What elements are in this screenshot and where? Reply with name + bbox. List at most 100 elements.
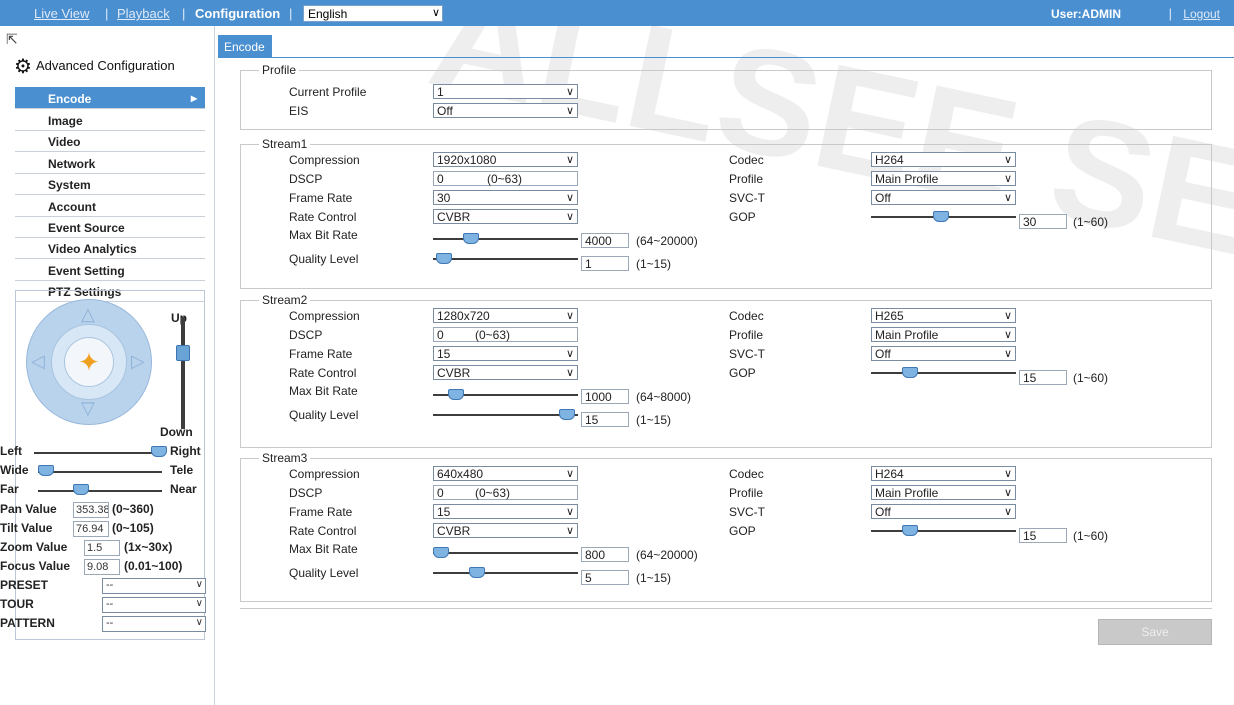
max-bit-rate-range: (64~8000): [636, 390, 692, 404]
home-icon[interactable]: ✦: [64, 337, 114, 387]
quality-level-input[interactable]: 1: [581, 256, 629, 271]
save-button[interactable]: Save: [1098, 619, 1212, 645]
gop-input[interactable]: 15: [1019, 528, 1067, 543]
quality-level-input[interactable]: 5: [581, 570, 629, 585]
arrow-up-icon[interactable]: △: [81, 304, 95, 325]
sidebar-title: ⚙ Advanced Configuration: [14, 56, 175, 78]
preset-select[interactable]: -- ∨: [102, 578, 206, 594]
svct-select[interactable]: Off ∨: [871, 346, 1016, 361]
sidebar-item-event-setting[interactable]: Event Setting: [15, 259, 205, 281]
quality-level-slider-track[interactable]: [433, 258, 578, 260]
top-navigation-bar: Live View | Playback | Configuration | E…: [0, 0, 1234, 26]
sidebar-item-account[interactable]: Account: [15, 195, 205, 217]
gop-slider-thumb[interactable]: [902, 525, 918, 536]
profile-select[interactable]: Main Profile ∨: [871, 171, 1016, 186]
focus-slider-thumb[interactable]: [73, 484, 89, 495]
focus-value-input[interactable]: 9.08: [84, 559, 120, 575]
quality-level-slider-thumb[interactable]: [436, 253, 452, 264]
tab-encode[interactable]: Encode: [218, 35, 272, 57]
divider: [240, 608, 1212, 609]
pattern-select[interactable]: -- ∨: [102, 616, 206, 632]
svct-select[interactable]: Off ∨: [871, 504, 1016, 519]
chevron-down-icon: ∨: [195, 598, 203, 609]
configuration-link[interactable]: Configuration: [195, 6, 280, 21]
quality-level-slider-thumb[interactable]: [559, 409, 575, 420]
max-bit-rate-input[interactable]: 1000: [581, 389, 629, 404]
gop-slider-track[interactable]: [871, 530, 1016, 532]
quality-level-slider-track[interactable]: [433, 414, 578, 416]
quality-level-slider-thumb[interactable]: [469, 567, 485, 578]
gop-slider-track[interactable]: [871, 372, 1016, 374]
codec-select[interactable]: H265 ∨: [871, 308, 1016, 323]
sidebar-item-event-source[interactable]: Event Source: [15, 216, 205, 238]
chevron-down-icon: ∨: [1003, 348, 1012, 360]
tab-underline: [218, 57, 1234, 58]
max-bit-rate-slider-thumb[interactable]: [448, 389, 464, 400]
sidebar-item-video-analytics[interactable]: Video Analytics: [15, 237, 205, 259]
nav-separator: |: [1168, 6, 1172, 21]
max-bit-rate-slider-thumb[interactable]: [433, 547, 449, 558]
chevron-down-icon: ∨: [1003, 468, 1012, 480]
codec-select[interactable]: H264 ∨: [871, 466, 1016, 481]
codec-label: Codec: [729, 309, 764, 323]
focus-slider-track[interactable]: [38, 490, 162, 492]
chevron-down-icon: ∨: [565, 506, 574, 518]
arrow-down-icon[interactable]: ▽: [81, 398, 95, 419]
gop-slider-thumb[interactable]: [902, 367, 918, 378]
compression-select[interactable]: 1920x1080 ∨: [433, 152, 578, 167]
language-select[interactable]: English ∨: [303, 5, 443, 22]
sidebar-item-system[interactable]: System: [15, 173, 205, 195]
svct-select[interactable]: Off ∨: [871, 190, 1016, 205]
live-view-link[interactable]: Live View: [34, 6, 89, 21]
pan-slider-track[interactable]: [34, 452, 162, 454]
rate-control-select[interactable]: CVBR ∨: [433, 365, 578, 380]
vertical-speed-slider[interactable]: [181, 317, 185, 429]
playback-link[interactable]: Playback: [117, 6, 170, 21]
tilt-value-input[interactable]: 76.94: [73, 521, 109, 537]
wide-label: Wide: [0, 463, 29, 477]
gop-slider-thumb[interactable]: [933, 211, 949, 222]
gop-input[interactable]: 30: [1019, 214, 1067, 229]
chevron-down-icon: ∨: [431, 7, 440, 19]
rate-control-select[interactable]: CVBR ∨: [433, 209, 578, 224]
zoom-slider-track[interactable]: [38, 471, 162, 473]
frame-rate-select[interactable]: 15 ∨: [433, 346, 578, 361]
rate-control-select[interactable]: CVBR ∨: [433, 523, 578, 538]
quality-level-range: (1~15): [636, 571, 672, 585]
max-bit-rate-input[interactable]: 800: [581, 547, 629, 562]
gop-input[interactable]: 15: [1019, 370, 1067, 385]
sidebar-item-image[interactable]: Image: [15, 109, 205, 131]
quality-level-slider-track[interactable]: [433, 572, 578, 574]
frame-rate-select[interactable]: 15 ∨: [433, 504, 578, 519]
arrow-left-icon[interactable]: ◁: [31, 351, 45, 372]
zoom-value-input[interactable]: 1.5: [84, 540, 120, 556]
profile-select[interactable]: Main Profile ∨: [871, 485, 1016, 500]
current-profile-select[interactable]: 1 ∨: [433, 84, 578, 99]
tour-select[interactable]: -- ∨: [102, 597, 206, 613]
pan-slider-thumb[interactable]: [151, 446, 167, 457]
max-bit-rate-range: (64~20000): [636, 234, 698, 248]
zoom-value-label: Zoom Value: [0, 540, 68, 554]
codec-select[interactable]: H264 ∨: [871, 152, 1016, 167]
frame-rate-label: Frame Rate: [289, 191, 353, 205]
profile-label: Profile: [729, 328, 764, 342]
sidebar-item-network[interactable]: Network: [15, 152, 205, 174]
max-bit-rate-input[interactable]: 4000: [581, 233, 629, 248]
max-bit-rate-slider-thumb[interactable]: [463, 233, 479, 244]
profile-select[interactable]: Main Profile ∨: [871, 327, 1016, 342]
arrow-right-icon[interactable]: ▷: [131, 351, 145, 372]
compression-select[interactable]: 640x480 ∨: [433, 466, 578, 481]
sidebar-item-video[interactable]: Video: [15, 130, 205, 152]
pan-value-input[interactable]: 353.38: [73, 502, 109, 518]
eis-select[interactable]: Off ∨: [433, 103, 578, 118]
frame-rate-select[interactable]: 30 ∨: [433, 190, 578, 205]
compression-select[interactable]: 1280x720 ∨: [433, 308, 578, 323]
max-bit-rate-slider-track[interactable]: [433, 552, 578, 554]
max-bit-rate-slider-track[interactable]: [433, 238, 578, 240]
sidebar-item-encode[interactable]: Encode: [15, 87, 205, 109]
vertical-slider-thumb[interactable]: [176, 345, 190, 361]
quality-level-input[interactable]: 15: [581, 412, 629, 427]
logout-link[interactable]: Logout: [1183, 7, 1220, 21]
zoom-slider-thumb[interactable]: [38, 465, 54, 476]
ptz-joystick[interactable]: △ ▽ ◁ ▷ ✦: [26, 299, 152, 425]
